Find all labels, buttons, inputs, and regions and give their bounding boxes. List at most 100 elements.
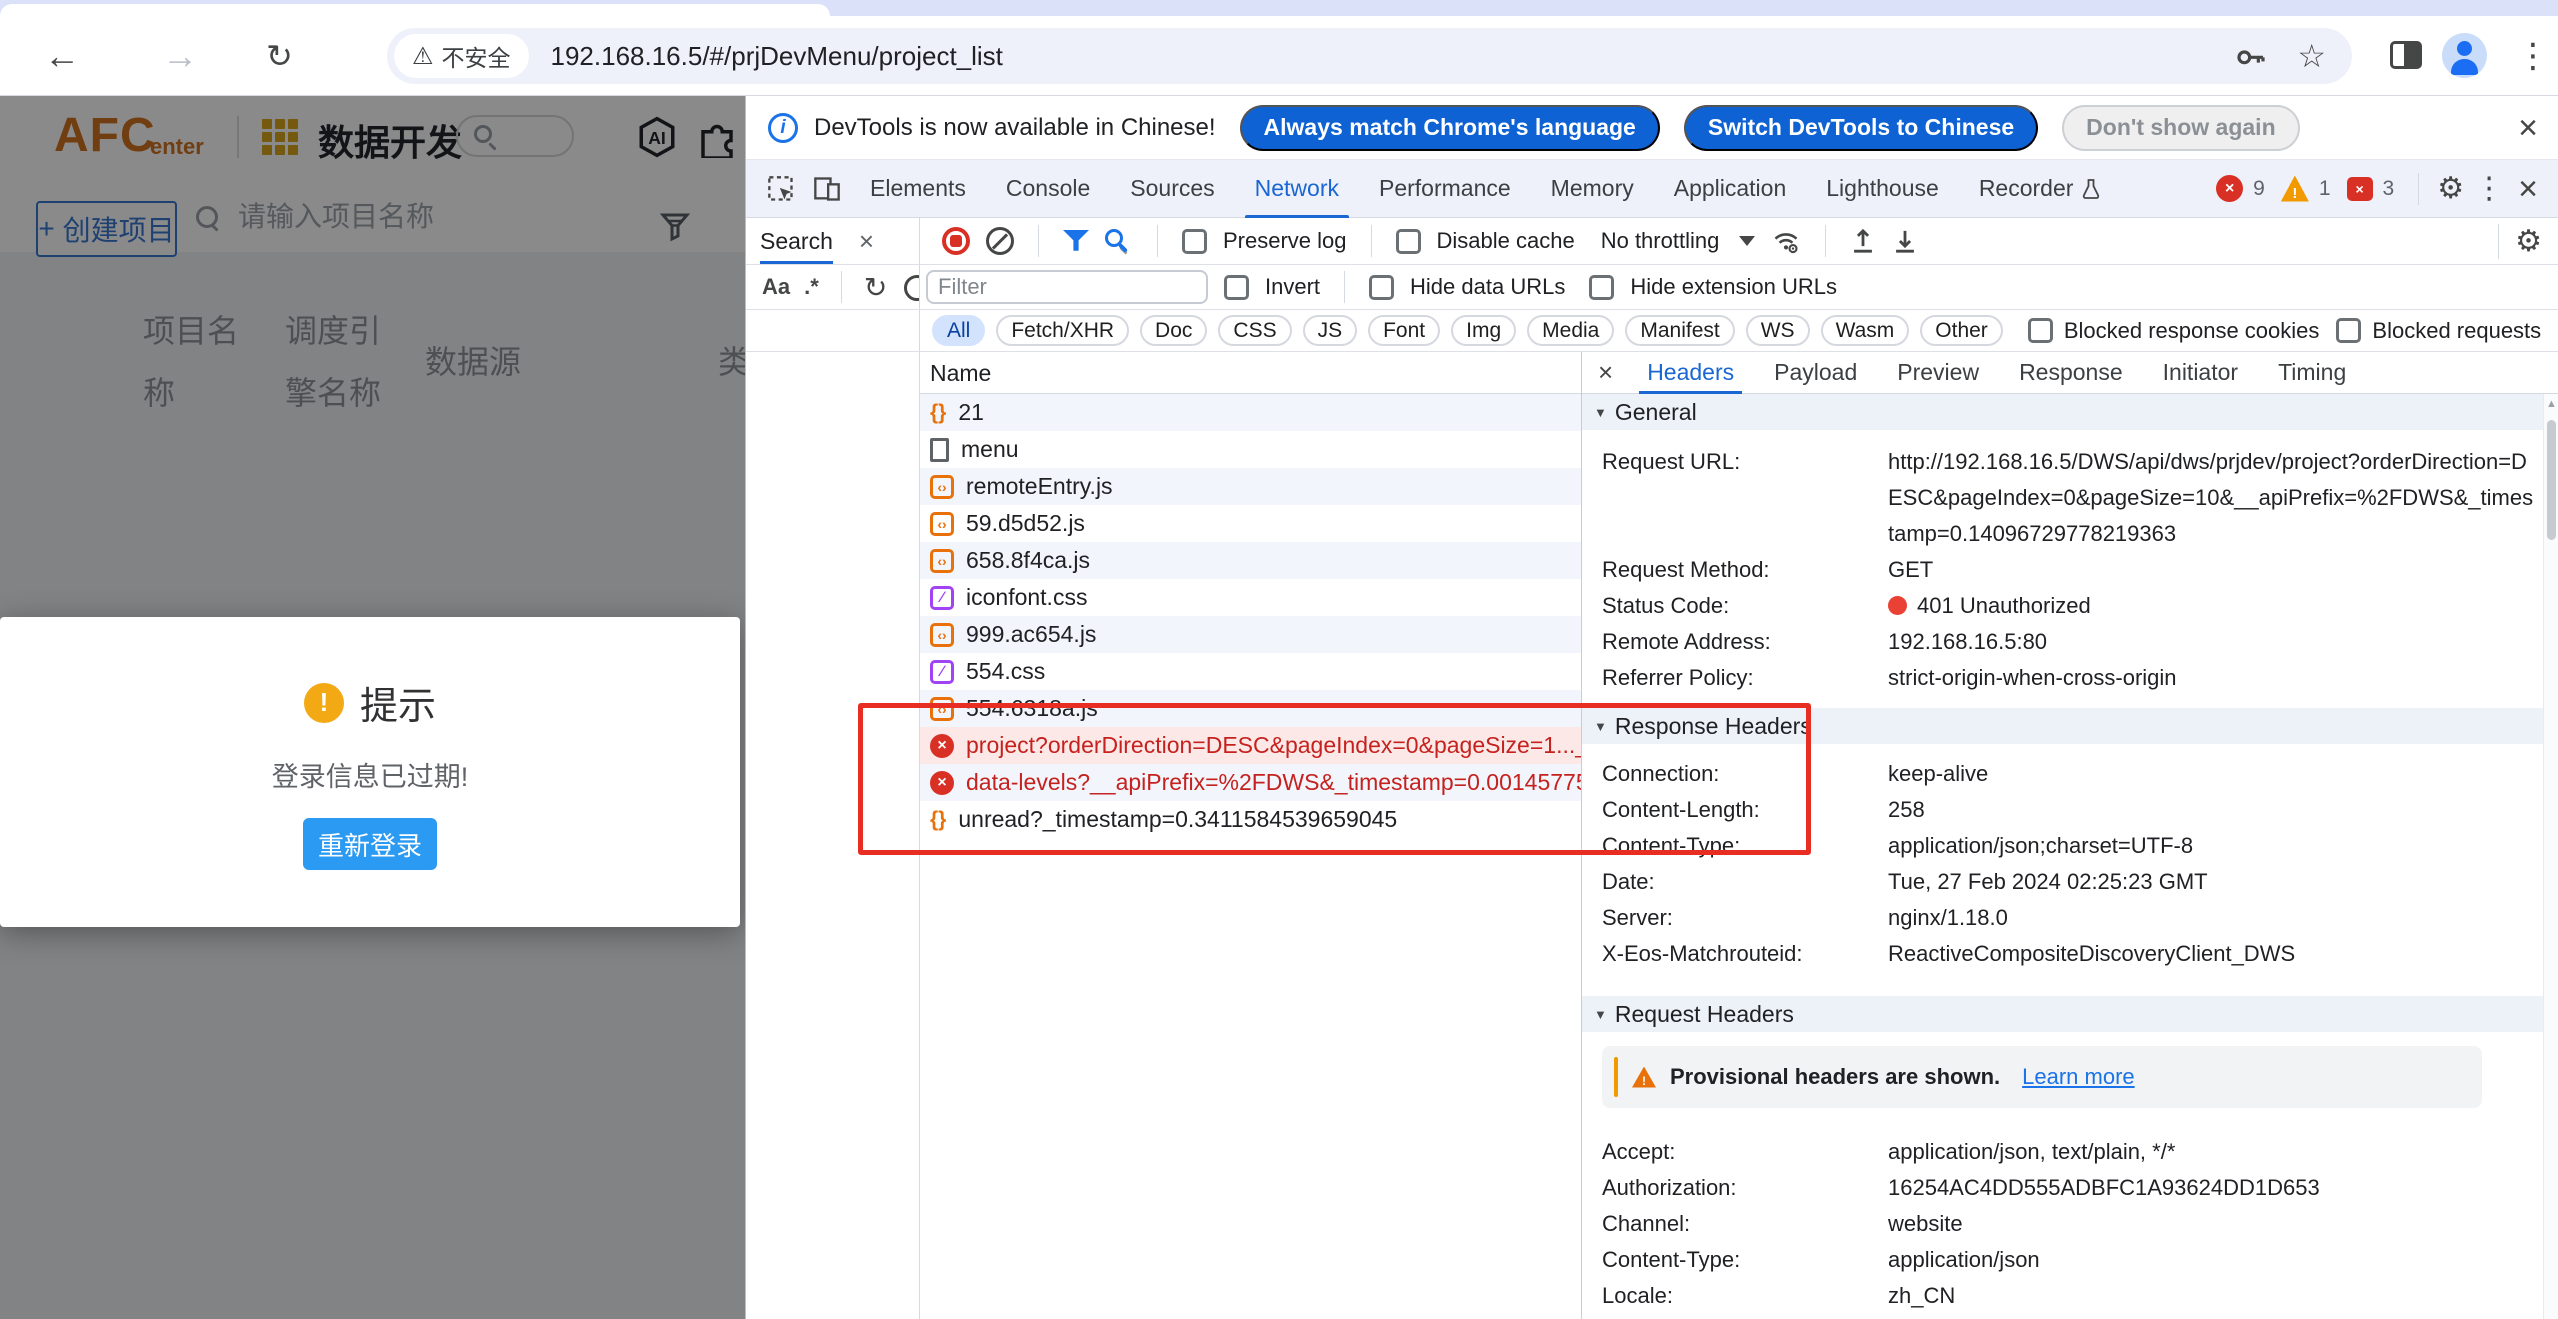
forward-icon[interactable]: → — [162, 38, 198, 74]
tab-application[interactable]: Application — [1654, 160, 1807, 218]
tab-elements[interactable]: Elements — [850, 160, 986, 218]
request-row[interactable]: {}unread?_timestamp=0.3411584539659045 — [920, 801, 1581, 838]
devtools-settings-icon[interactable]: ⚙ — [2437, 171, 2464, 206]
request-name: data-levels?__apiPrefix=%2FDWS&_timestam… — [966, 769, 1581, 796]
browser-menu-icon[interactable]: ⋮ — [2516, 36, 2550, 76]
request-row[interactable]: {}21 — [920, 394, 1581, 431]
profile-avatar[interactable] — [2442, 33, 2487, 78]
learn-more-link[interactable]: Learn more — [2022, 1064, 2135, 1090]
regex-button[interactable]: .* — [804, 274, 819, 300]
filter-chip-fetch-xhr[interactable]: Fetch/XHR — [996, 315, 1129, 346]
filter-chip-js[interactable]: JS — [1303, 315, 1358, 346]
request-row[interactable]: ∕554.css — [920, 653, 1581, 690]
back-icon[interactable]: ← — [44, 38, 80, 74]
disable-cache-checkbox[interactable] — [1396, 229, 1421, 254]
tab-sources[interactable]: Sources — [1110, 160, 1234, 218]
filter-toggle-icon[interactable] — [1063, 229, 1089, 253]
request-row[interactable]: ‹›59.d5d52.js — [920, 505, 1581, 542]
script-icon: ‹› — [930, 697, 954, 721]
request-row[interactable]: ∕iconfont.css — [920, 579, 1581, 616]
request-row[interactable]: ‹›remoteEntry.js — [920, 468, 1581, 505]
filter-chip-img[interactable]: Img — [1451, 315, 1516, 346]
filter-chip-doc[interactable]: Doc — [1140, 315, 1207, 346]
clear-search-icon[interactable] — [904, 275, 920, 301]
filter-chip-css[interactable]: CSS — [1218, 315, 1291, 346]
blocked-response-cookies-checkbox[interactable] — [2028, 318, 2053, 343]
password-key-icon[interactable] — [2235, 40, 2267, 72]
section-response-headers[interactable]: ▼Response Headers — [1582, 708, 2558, 744]
tab-response[interactable]: Response — [1999, 352, 2143, 394]
match-case-button[interactable]: Aa — [762, 274, 790, 300]
search-pane-tab[interactable]: Search — [760, 218, 833, 264]
invert-checkbox[interactable] — [1224, 275, 1249, 300]
url-text[interactable]: 192.168.16.5/#/prjDevMenu/project_list — [551, 41, 1003, 72]
tab-console[interactable]: Console — [986, 160, 1110, 218]
vertical-scrollbar[interactable]: ▲ — [2543, 394, 2558, 1319]
always-match-language-button[interactable]: Always match Chrome's language — [1240, 105, 1660, 151]
filter-chip-manifest[interactable]: Manifest — [1625, 315, 1734, 346]
scrollbar-thumb[interactable] — [2547, 420, 2556, 540]
network-settings-icon[interactable]: ⚙ — [2498, 224, 2542, 259]
console-errors-icon[interactable]: × — [2216, 175, 2243, 202]
flask-icon — [2081, 178, 2101, 200]
browser-active-tab[interactable] — [0, 4, 830, 16]
import-har-icon[interactable] — [1850, 227, 1876, 255]
tab-memory[interactable]: Memory — [1531, 160, 1654, 218]
tab-timing[interactable]: Timing — [2258, 352, 2366, 394]
section-general[interactable]: ▼General — [1582, 394, 2558, 430]
side-panel-icon[interactable] — [2390, 41, 2422, 69]
stylesheet-icon: ∕ — [930, 586, 954, 610]
relogin-button[interactable]: 重新登录 — [303, 818, 437, 870]
filter-chip-all[interactable]: All — [932, 315, 985, 346]
request-row[interactable]: menu — [920, 431, 1581, 468]
dont-show-again-button[interactable]: Don't show again — [2062, 105, 2299, 151]
security-chip[interactable]: ⚠ 不安全 — [394, 34, 529, 78]
section-request-headers[interactable]: ▼Request Headers — [1582, 996, 2558, 1032]
export-har-icon[interactable] — [1892, 227, 1918, 255]
network-filter-input[interactable] — [926, 270, 1208, 304]
hide-extension-urls-checkbox[interactable] — [1589, 275, 1614, 300]
refresh-search-icon[interactable]: ↻ — [864, 271, 887, 304]
request-row[interactable]: ‹›554.6318a.js — [920, 690, 1581, 727]
tab-payload[interactable]: Payload — [1754, 352, 1877, 394]
request-row-error[interactable]: ×data-levels?__apiPrefix=%2FDWS&_timesta… — [920, 764, 1581, 801]
filter-chip-font[interactable]: Font — [1368, 315, 1440, 346]
filter-chip-ws[interactable]: WS — [1746, 315, 1810, 346]
name-column-header[interactable]: Name — [920, 352, 1581, 394]
filter-chip-other[interactable]: Other — [1920, 315, 2003, 346]
network-conditions-icon[interactable] — [1771, 227, 1801, 255]
request-row[interactable]: ‹›658.8f4ca.js — [920, 542, 1581, 579]
console-warnings-icon[interactable]: ! — [2281, 176, 2309, 202]
request-row-error-selected[interactable]: ×project?orderDirection=DESC&pageIndex=0… — [920, 727, 1581, 764]
filter-chip-media[interactable]: Media — [1527, 315, 1614, 346]
bookmark-star-icon[interactable]: ☆ — [2297, 37, 2326, 75]
tab-performance[interactable]: Performance — [1359, 160, 1531, 218]
device-toolbar-icon[interactable] — [804, 160, 850, 218]
switch-devtools-chinese-button[interactable]: Switch DevTools to Chinese — [1684, 105, 2038, 151]
tab-preview[interactable]: Preview — [1877, 352, 1999, 394]
scroll-up-arrow[interactable]: ▲ — [2546, 398, 2557, 410]
issues-icon[interactable]: × — [2347, 177, 2373, 201]
close-details-icon[interactable]: × — [1598, 357, 1613, 388]
clear-network-log-icon[interactable] — [986, 227, 1014, 255]
tab-lighthouse[interactable]: Lighthouse — [1806, 160, 1959, 218]
devtools-close-icon[interactable]: × — [2518, 172, 2538, 206]
reload-icon[interactable]: ↻ — [266, 38, 293, 74]
url-bar[interactable]: ⚠ 不安全 192.168.16.5/#/prjDevMenu/project_… — [387, 28, 2352, 84]
tab-recorder[interactable]: Recorder — [1959, 160, 2122, 218]
record-network-log-icon[interactable] — [942, 227, 970, 255]
filter-chip-wasm[interactable]: Wasm — [1821, 315, 1910, 346]
banner-close-icon[interactable]: × — [2518, 111, 2538, 145]
throttling-select[interactable]: No throttling — [1601, 228, 1720, 254]
tab-headers[interactable]: Headers — [1627, 352, 1754, 394]
inspect-element-icon[interactable] — [758, 160, 804, 218]
devtools-menu-icon[interactable]: ⋮ — [2474, 171, 2504, 206]
hide-data-urls-checkbox[interactable] — [1369, 275, 1394, 300]
tab-network[interactable]: Network — [1235, 160, 1359, 218]
preserve-log-checkbox[interactable] — [1182, 229, 1207, 254]
network-search-icon[interactable] — [1105, 227, 1133, 255]
tab-initiator[interactable]: Initiator — [2143, 352, 2258, 394]
search-pane-close-icon[interactable]: × — [859, 226, 874, 257]
blocked-requests-checkbox[interactable] — [2336, 318, 2361, 343]
request-row[interactable]: ‹›999.ac654.js — [920, 616, 1581, 653]
